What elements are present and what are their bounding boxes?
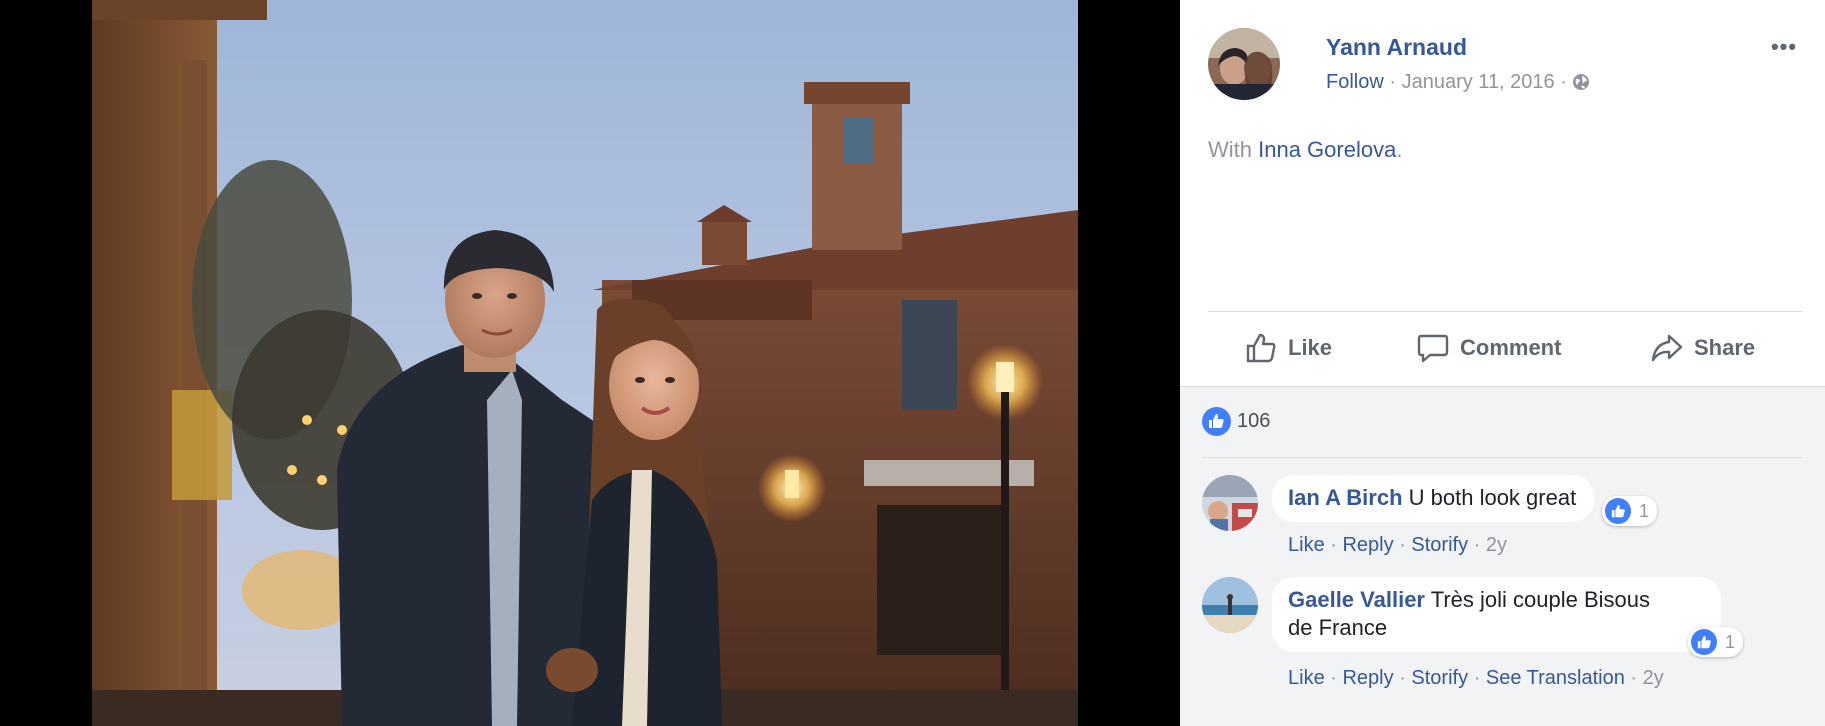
reaction-count: 106 (1237, 410, 1271, 432)
photo-viewer (0, 0, 1180, 726)
more-options-button[interactable]: ••• (1766, 34, 1802, 62)
with-prefix: With (1208, 137, 1259, 162)
comment-reply-link[interactable]: Reply (1342, 667, 1393, 689)
comment-like-link[interactable]: Like (1288, 534, 1325, 556)
post-side-panel: Yann Arnaud Follow · January 11, 2016 · … (1180, 0, 1825, 726)
share-label: Share (1694, 335, 1756, 360)
comment-like-count[interactable]: 1 (1602, 496, 1658, 526)
post-date[interactable]: January 11, 2016 (1402, 71, 1555, 93)
post-text: With Inna Gorelova. (1208, 137, 1402, 163)
share-button[interactable]: Share (1650, 330, 1755, 366)
comment-text: U both look great (1408, 485, 1577, 510)
author-avatar[interactable] (1208, 28, 1280, 100)
comment-button[interactable]: Comment (1416, 330, 1561, 366)
author-name-link[interactable]: Yann Arnaud (1326, 34, 1467, 61)
post-header: Yann Arnaud Follow · January 11, 2016 · … (1208, 28, 1808, 102)
post-meta: Follow · January 11, 2016 · (1326, 71, 1590, 94)
photo-theater: Yann Arnaud Follow · January 11, 2016 · … (0, 0, 1825, 726)
comment-bubble: Gaelle Vallier Très joli couple Bisous d… (1272, 577, 1721, 652)
reaction-summary[interactable]: 106 (1202, 407, 1270, 436)
like-icon (1202, 407, 1231, 436)
like-button[interactable]: Like (1244, 330, 1332, 366)
meta-separator: · (1389, 71, 1397, 93)
comment-age[interactable]: 2y (1643, 667, 1664, 689)
comment-item: Ian A Birch U both look great 1 Like · R… (1202, 475, 1802, 565)
comment-item: Gaelle Vallier Très joli couple Bisous d… (1202, 577, 1802, 697)
comments-section: 106 Ian A Birch U both look great 1 Like… (1180, 386, 1825, 726)
comment-age[interactable]: 2y (1486, 534, 1507, 556)
comment-like-number: 1 (1725, 631, 1736, 652)
like-icon (1691, 629, 1717, 655)
comment-like-number: 1 (1639, 500, 1650, 521)
comment-text: Très joli couple Bisous (1430, 587, 1650, 612)
comment-storify-link[interactable]: Storify (1411, 667, 1468, 689)
globe-icon[interactable] (1572, 73, 1590, 91)
follow-link[interactable]: Follow (1326, 71, 1384, 93)
post-photo[interactable] (92, 0, 1078, 726)
like-label: Like (1288, 335, 1333, 360)
comment-reply-link[interactable]: Reply (1342, 534, 1393, 556)
comment-label: Comment (1460, 335, 1562, 360)
thumbs-up-icon (1246, 333, 1276, 363)
tagged-person-link[interactable]: Inna Gorelova (1258, 137, 1396, 162)
share-arrow-icon (1651, 334, 1683, 362)
comment-text-continued: de France (1288, 615, 1388, 640)
comment-storify-link[interactable]: Storify (1411, 534, 1468, 556)
comment-like-link[interactable]: Like (1288, 667, 1325, 689)
commenter-avatar[interactable] (1202, 577, 1258, 633)
post-actions-bar: Like Comment Share (1208, 311, 1803, 385)
like-icon (1605, 498, 1631, 524)
commenter-avatar[interactable] (1202, 475, 1258, 531)
commenter-name-link[interactable]: Ian A Birch (1288, 485, 1403, 510)
comment-bubble: Ian A Birch U both look great (1272, 475, 1595, 522)
comment-bubble-icon (1417, 334, 1449, 363)
comment-like-count[interactable]: 1 (1688, 627, 1744, 657)
comment-actions: Like · Reply · Storify · 2y (1288, 534, 1507, 556)
with-suffix: . (1396, 137, 1403, 162)
see-translation-link[interactable]: See Translation (1486, 667, 1625, 689)
divider (1202, 457, 1802, 458)
commenter-name-link[interactable]: Gaelle Vallier (1288, 587, 1425, 612)
meta-separator: · (1560, 71, 1567, 93)
comment-actions: Like · Reply · Storify · See Translation… (1288, 667, 1664, 689)
